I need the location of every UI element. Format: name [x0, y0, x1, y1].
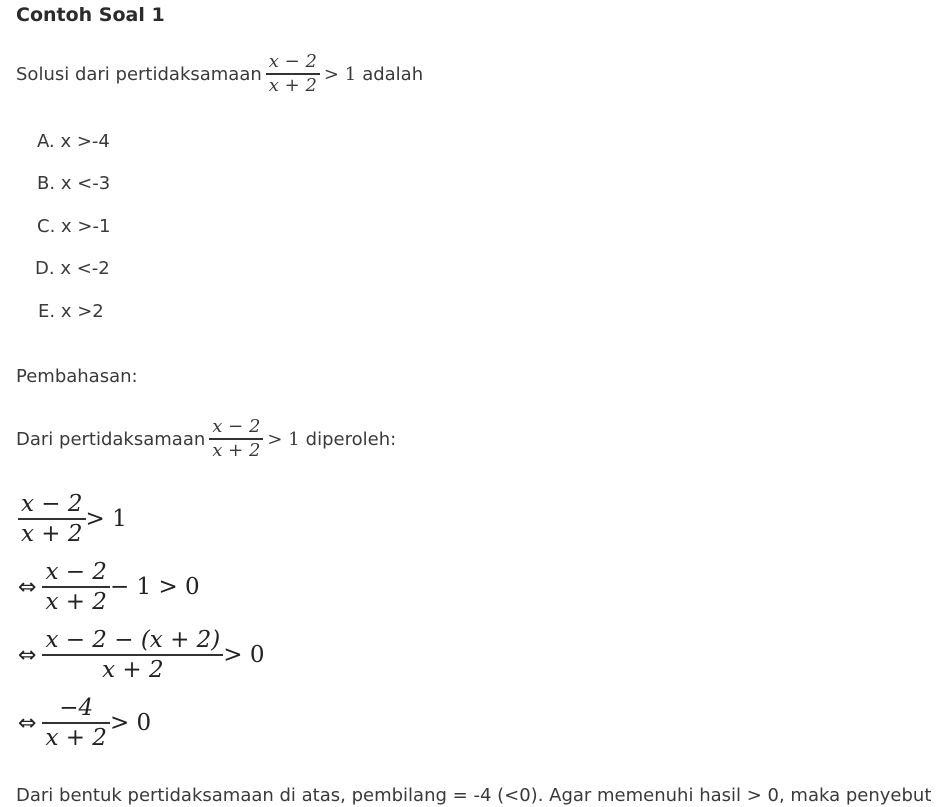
step-numerator: x − 2: [21, 490, 83, 517]
step-numerator: x − 2 − (x + 2): [45, 626, 221, 653]
derivation-step-1: x − 2 x + 2 > 1: [18, 488, 127, 550]
question-relation: > 1: [323, 63, 357, 85]
section-title: Contoh Soal 1: [16, 4, 165, 26]
step-relation: − 1 > 0: [109, 574, 200, 600]
option-text: x >-1: [61, 216, 111, 237]
step-denominator: x + 2: [45, 588, 107, 615]
step-relation: > 0: [223, 642, 265, 668]
option-text: x >-4: [60, 131, 110, 152]
option-text: x <-3: [60, 173, 111, 194]
option-b: B. x <-3: [37, 173, 110, 194]
derivation-step-3: ⇔ x − 2 − (x + 2) x + 2 > 0: [18, 622, 265, 688]
discussion-suffix: diperoleh:: [305, 428, 397, 450]
question-fraction: x − 2 x + 2: [265, 50, 320, 97]
question-fraction-denominator: x + 2: [268, 74, 317, 96]
option-letter: B.: [37, 173, 56, 194]
discussion-fraction: x − 2 x + 2: [209, 415, 264, 462]
step-fraction: −4 x + 2: [42, 694, 110, 753]
question-prefix: Solusi dari pertidaksamaan: [16, 63, 262, 85]
option-letter: D.: [35, 258, 55, 279]
step-fraction: x − 2 x + 2: [18, 490, 86, 549]
discussion-label: Pembahasan:: [16, 366, 138, 387]
step-numerator: −4: [59, 694, 94, 721]
question-fraction-numerator: x − 2: [268, 50, 317, 72]
discussion-intro: Dari pertidaksamaan x − 2 x + 2 > 1 dipe…: [16, 413, 396, 465]
question-line: Solusi dari pertidaksamaan x − 2 x + 2 >…: [16, 48, 423, 100]
discussion-prefix: Dari pertidaksamaan: [16, 428, 206, 450]
discussion-fraction-denominator: x + 2: [212, 439, 261, 461]
option-d: D. x <-2: [35, 258, 110, 279]
option-c: C. x >-1: [37, 216, 110, 237]
step-relation: > 0: [109, 710, 152, 736]
discussion-relation: > 1: [267, 428, 300, 450]
iff-symbol: ⇔: [18, 642, 37, 668]
step-denominator: x + 2: [102, 656, 164, 683]
step-denominator: x + 2: [21, 520, 83, 547]
option-a: A. x >-4: [37, 131, 110, 152]
derivation-step-2: ⇔ x − 2 x + 2 − 1 > 0: [18, 556, 200, 618]
step-relation: > 1: [85, 506, 127, 532]
question-suffix: adalah: [362, 63, 424, 85]
step-fraction: x − 2 − (x + 2) x + 2: [42, 626, 224, 685]
derivation-step-4: ⇔ −4 x + 2 > 0: [18, 692, 151, 754]
step-numerator: x − 2: [45, 558, 107, 585]
iff-symbol: ⇔: [18, 710, 37, 736]
option-text: x <-2: [60, 258, 110, 279]
step-fraction: x − 2 x + 2: [42, 558, 110, 617]
iff-symbol: ⇔: [18, 574, 37, 600]
option-letter: C.: [37, 216, 56, 237]
conclusion-text: Dari bentuk pertidaksamaan di atas, pemb…: [16, 785, 932, 806]
option-e: E. x >2: [38, 301, 104, 322]
option-letter: A.: [37, 131, 55, 152]
option-letter: E.: [38, 301, 56, 322]
step-denominator: x + 2: [45, 724, 107, 751]
discussion-fraction-numerator: x − 2: [212, 415, 261, 437]
option-text: x >2: [60, 301, 104, 322]
